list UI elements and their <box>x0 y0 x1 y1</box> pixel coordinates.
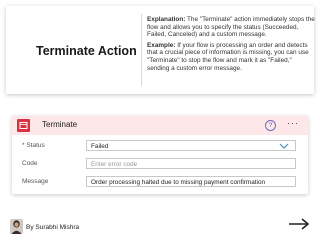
info-text: Explanation: The "Terminate" action imme… <box>147 16 315 75</box>
help-icon[interactable]: ? <box>265 120 276 131</box>
example-paragraph: Example: If your flow is processing an o… <box>147 42 315 72</box>
chevron-down-icon <box>279 143 289 149</box>
status-dropdown[interactable]: Failed <box>86 140 296 151</box>
code-label: Code <box>22 160 38 167</box>
explanation-label: Explanation: <box>147 16 186 23</box>
example-label: Example: <box>147 41 176 49</box>
info-card: Terminate Action Explanation: The "Termi… <box>6 6 315 94</box>
arrow-right-icon[interactable] <box>288 217 310 231</box>
status-label: * Status <box>22 142 45 149</box>
info-title: Terminate Action <box>36 44 137 58</box>
author-byline: By Surabhi Mishra <box>26 224 80 231</box>
avatar <box>10 219 23 234</box>
terminate-header[interactable]: Terminate ? ··· <box>12 116 308 135</box>
terminate-title: Terminate <box>42 120 78 129</box>
terminate-action-card[interactable]: Terminate ? ··· * Status Failed Code Ent… <box>12 116 308 194</box>
required-mark: * <box>22 142 25 149</box>
terminate-icon <box>17 119 30 132</box>
more-options-icon[interactable]: ··· <box>287 118 299 128</box>
info-divider <box>141 14 142 86</box>
code-input[interactable]: Enter error code <box>86 158 296 169</box>
message-label: Message <box>22 178 49 185</box>
status-value: Failed <box>91 143 109 150</box>
message-input[interactable]: Order processing halted due to missing p… <box>86 176 296 187</box>
status-label-text: Status <box>26 142 45 149</box>
explanation-paragraph: Explanation: The "Terminate" action imme… <box>147 16 315 39</box>
